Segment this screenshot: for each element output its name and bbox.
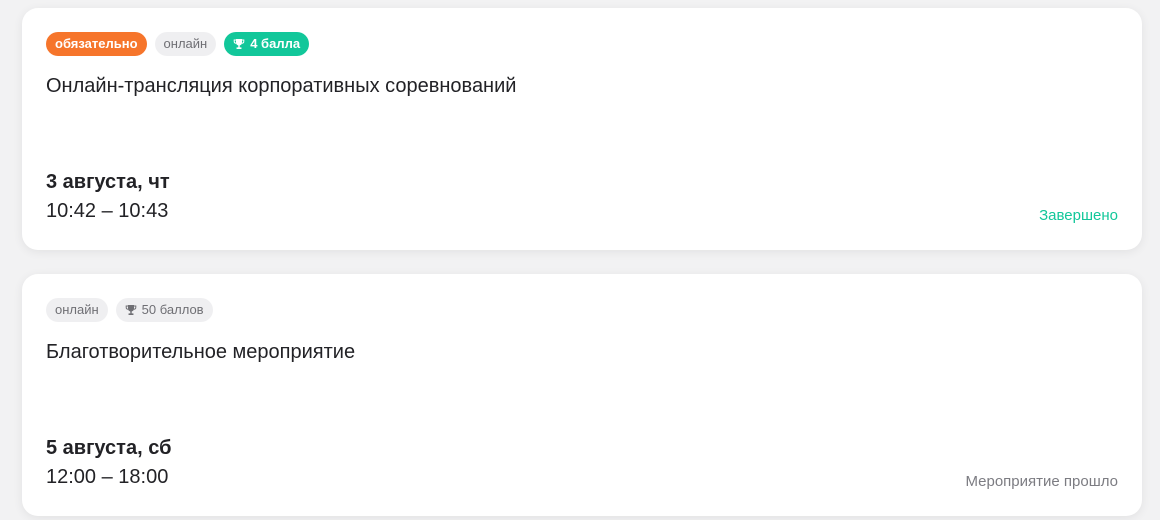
event-time: 12:00 – 18:00 xyxy=(46,466,169,488)
event-time: 10:42 – 10:43 xyxy=(46,200,169,222)
event-status: Завершено xyxy=(1039,207,1118,224)
points-badge: 50 баллов xyxy=(115,298,213,322)
event-card[interactable]: обязательно онлайн 4 балла Онлайн-трансл… xyxy=(22,8,1142,250)
event-title[interactable]: Онлайн-трансляция корпоративных соревнов… xyxy=(46,75,516,98)
event-date: 3 августа, чт xyxy=(46,171,170,193)
event-card[interactable]: онлайн 50 баллов Благотворительное мероп… xyxy=(22,274,1142,516)
points-label: 4 балла xyxy=(250,36,301,51)
trophy-icon xyxy=(233,38,245,50)
event-status: Мероприятие прошло xyxy=(965,473,1118,490)
event-tags: онлайн 50 баллов xyxy=(46,298,213,322)
event-date: 5 августа, сб xyxy=(46,437,172,459)
points-badge: 4 балла xyxy=(224,32,310,56)
format-badge: онлайн xyxy=(46,298,108,322)
points-label: 50 баллов xyxy=(141,302,204,317)
event-title[interactable]: Благотворительное мероприятие xyxy=(46,341,355,364)
mandatory-badge: обязательно xyxy=(46,32,147,56)
format-badge: онлайн xyxy=(154,32,217,56)
trophy-icon xyxy=(125,304,137,316)
event-tags: обязательно онлайн 4 балла xyxy=(46,32,310,56)
